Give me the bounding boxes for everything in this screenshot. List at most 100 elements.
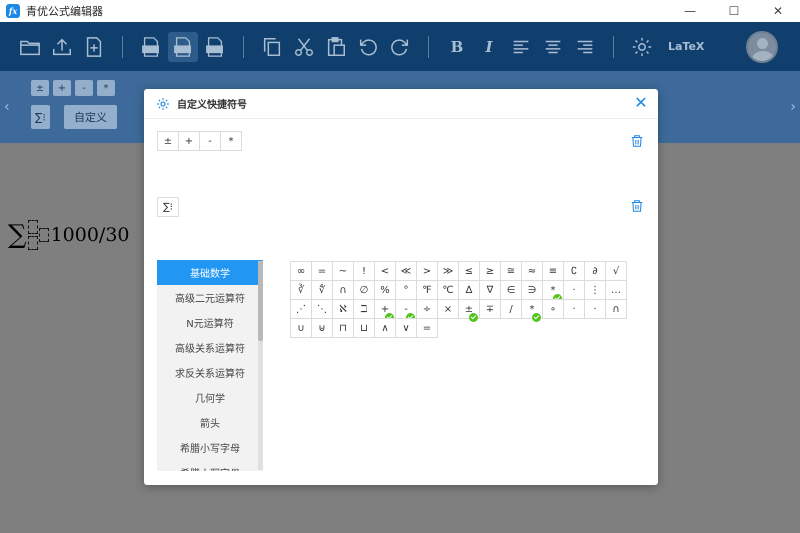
upload-icon[interactable] (47, 32, 77, 62)
undo-icon[interactable] (353, 32, 383, 62)
category-item[interactable]: 求反关系运算符 (157, 360, 263, 385)
symbol-cell[interactable]: ≫ (437, 261, 459, 281)
cut-icon[interactable] (289, 32, 319, 62)
category-item[interactable]: 高级二元运算符 (157, 285, 263, 310)
paste-icon[interactable] (321, 32, 351, 62)
symbol-cell[interactable]: · (563, 280, 585, 300)
export-tex-icon[interactable]: TEX (200, 32, 230, 62)
symbol-cell[interactable]: ± (458, 299, 480, 322)
upper-placeholder[interactable] (27, 220, 38, 234)
symbol-cell[interactable]: ℶ (353, 299, 375, 319)
category-item[interactable]: 希腊小写字母 (157, 435, 263, 460)
align-center-icon[interactable] (538, 32, 568, 62)
symbol-cell[interactable]: ⋰ (290, 299, 312, 319)
symbol-cell[interactable]: ~ (332, 261, 354, 281)
symbol-cell[interactable]: = (311, 261, 333, 281)
category-item[interactable]: N元运算符 (157, 310, 263, 335)
symbol-cell[interactable]: · (563, 299, 585, 319)
body-placeholder[interactable] (38, 228, 49, 242)
symbol-cell[interactable]: ∅ (353, 280, 375, 300)
category-item[interactable]: 希腊大写字母 (157, 460, 263, 471)
symbol-cell[interactable]: ∩ (605, 299, 627, 319)
symbol-cell[interactable]: ℵ (332, 299, 354, 319)
symbol-cell[interactable]: ∜ (311, 280, 333, 300)
symbol-cell[interactable]: ∂ (584, 261, 606, 281)
symbol-cell[interactable]: × (437, 299, 459, 319)
symbol-cell[interactable]: ℉ (416, 280, 438, 300)
symbol-cell[interactable]: ≤ (458, 261, 480, 281)
symbol-cell[interactable]: ⊓ (332, 318, 354, 338)
symbol-cell[interactable]: / (500, 299, 522, 319)
symbol-cell[interactable]: ∛ (290, 280, 312, 300)
shortcut-symbol-cell[interactable]: ± (157, 131, 179, 151)
panel-next-icon[interactable]: › (790, 99, 796, 115)
shortcut-symbol-cell[interactable]: ∑⁝ (157, 197, 179, 217)
symbol-cell[interactable]: ∩ (332, 280, 354, 300)
trash-icon[interactable] (630, 134, 644, 148)
symbol-cell[interactable]: ∆ (458, 280, 480, 300)
symbol-cell[interactable]: · (584, 299, 606, 319)
quick-symbol-button[interactable]: * (97, 80, 115, 96)
symbol-cell[interactable]: ∧ (374, 318, 396, 338)
symbol-cell[interactable]: ℃ (437, 280, 459, 300)
symbol-cell[interactable]: ∁ (563, 261, 585, 281)
symbol-cell[interactable]: = (416, 318, 438, 338)
minimize-button[interactable]: — (668, 0, 712, 22)
quick-symbol-button[interactable]: - (75, 80, 93, 96)
category-item[interactable]: 高级关系运算符 (157, 335, 263, 360)
symbol-cell[interactable]: ∨ (395, 318, 417, 338)
symbol-cell[interactable]: ÷ (416, 299, 438, 319)
symbol-cell[interactable]: ⊔ (353, 318, 375, 338)
symbol-cell[interactable]: ∓ (479, 299, 501, 319)
symbol-cell[interactable]: ∋ (521, 280, 543, 300)
align-right-icon[interactable] (570, 32, 600, 62)
shortcut-symbol-cell[interactable]: - (199, 131, 221, 151)
shortcut-symbol-cell[interactable]: + (178, 131, 200, 151)
scrollbar-thumb[interactable] (258, 261, 263, 341)
custom-button[interactable]: 自定义 (64, 105, 117, 129)
symbol-cell[interactable]: ∈ (500, 280, 522, 300)
symbol-cell[interactable]: ∪ (290, 318, 312, 338)
maximize-button[interactable]: ☐ (712, 0, 756, 22)
symbol-cell[interactable]: ≅ (500, 261, 522, 281)
close-dialog-button[interactable]: ✕ (633, 95, 649, 111)
category-item[interactable]: 基础数学 (157, 260, 263, 285)
symbol-cell[interactable]: * (542, 280, 564, 303)
symbol-cell[interactable]: ∞ (290, 261, 312, 281)
symbol-cell[interactable]: % (374, 280, 396, 300)
new-file-icon[interactable] (79, 32, 109, 62)
symbol-cell[interactable]: ° (395, 280, 417, 300)
export-mml-icon[interactable]: MML (168, 31, 198, 62)
symbol-cell[interactable]: ≥ (479, 261, 501, 281)
symbol-cell[interactable]: ⋮ (584, 280, 606, 300)
symbol-cell[interactable]: > (416, 261, 438, 281)
symbol-cell[interactable]: ⊎ (311, 318, 333, 338)
symbol-cell[interactable]: ≡ (542, 261, 564, 281)
symbol-cell[interactable]: - (395, 299, 417, 322)
symbol-cell[interactable]: ⋱ (311, 299, 333, 319)
category-scrollbar[interactable] (258, 261, 263, 470)
symbol-cell[interactable]: + (374, 299, 396, 322)
open-folder-icon[interactable] (15, 32, 45, 62)
quick-sigma-button[interactable]: ∑⁝ (31, 105, 50, 129)
italic-button[interactable]: I (474, 32, 504, 62)
symbol-cell[interactable]: < (374, 261, 396, 281)
panel-prev-icon[interactable]: ‹ (4, 99, 10, 115)
settings-gear-icon[interactable] (627, 32, 657, 62)
trash-icon[interactable] (630, 199, 644, 213)
lower-placeholder[interactable] (27, 236, 38, 250)
align-left-icon[interactable] (506, 32, 536, 62)
symbol-cell[interactable]: … (605, 280, 627, 300)
copy-icon[interactable] (257, 32, 287, 62)
symbol-cell[interactable]: ! (353, 261, 375, 281)
export-png-icon[interactable]: PNG (136, 32, 166, 62)
symbol-cell[interactable]: ∇ (479, 280, 501, 300)
quick-symbol-button[interactable]: ± (31, 80, 49, 96)
latex-button[interactable]: LaTeX (668, 40, 704, 53)
category-item[interactable]: 几何学 (157, 385, 263, 410)
close-window-button[interactable]: ✕ (756, 0, 800, 22)
symbol-cell[interactable]: ≈ (521, 261, 543, 281)
bold-button[interactable]: B (442, 32, 472, 62)
symbol-cell[interactable]: ∘ (542, 299, 564, 319)
quick-symbol-button[interactable]: + (53, 80, 71, 96)
